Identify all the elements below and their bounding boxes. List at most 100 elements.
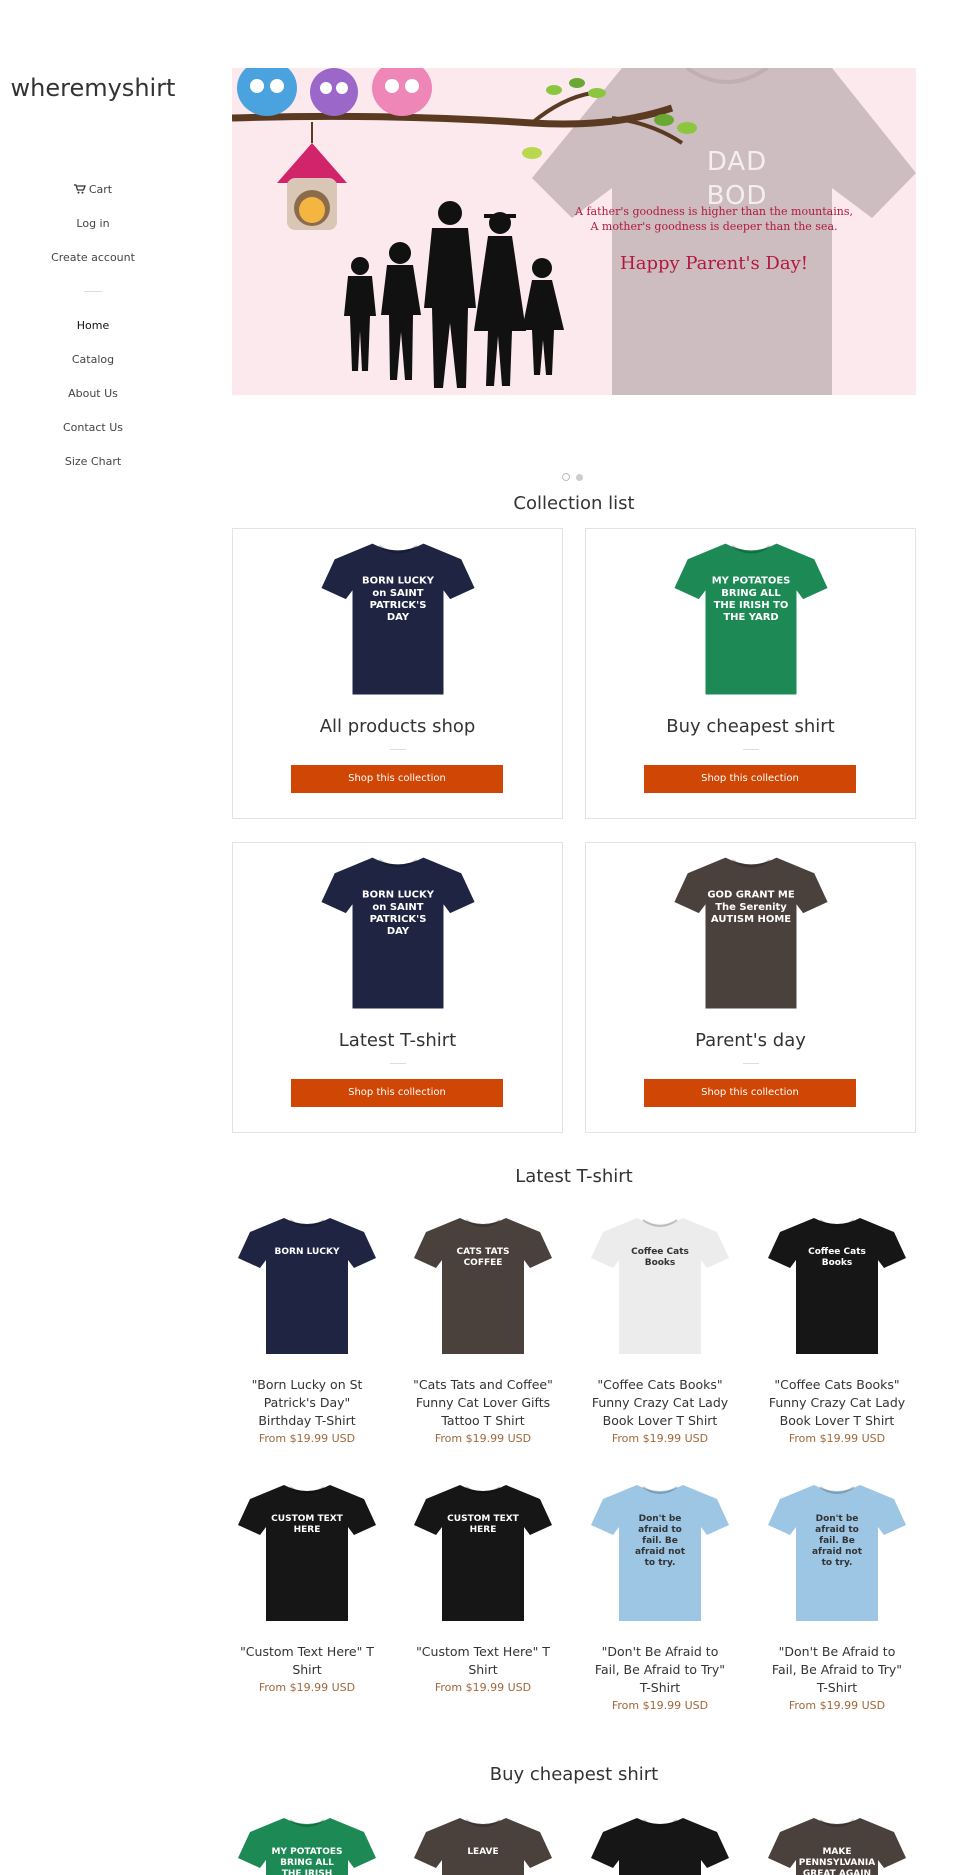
shirt-print-text: DAY [387,612,410,623]
product-image[interactable]: CUSTOM TEXTHERE [410,1479,556,1625]
product-card[interactable]: Don't be afraid to fail. Be afraid not to tr… [585,1479,735,1712]
login-link[interactable]: Log in [0,207,186,241]
shirt-print-text: HERE [470,1525,497,1535]
shirt-print-text: PATRICK'S [370,600,427,611]
hero-quote-line-1: A father's goodness is higher than the m… [575,205,853,218]
product-title[interactable]: "Don't Be Afraid to Fail, Be Afraid to T… [762,1643,912,1697]
product-price: From $19.99 USD [258,1432,356,1445]
shop-collection-button[interactable]: Shop this collection [644,1079,856,1107]
account-nav: Cart Log in Create account [0,173,186,275]
shirt-print-text: HERE [294,1525,321,1535]
product-price: From $19.99 USD [788,1432,886,1445]
shirt-print-text: BRING ALL [721,588,781,599]
shirt-print-text: BORN LUCKY [362,890,435,901]
product-image[interactable]: CUSTOM TEXTHERE [234,1479,380,1625]
hero-quote-line-2: A mother's goodness is deeper than the s… [590,220,838,233]
product-price: From $19.99 USD [788,1699,886,1712]
shirt-print-text: Books [822,1258,853,1268]
product-image[interactable]: Coffee CatsBooks [764,1212,910,1358]
tshirt-shape [674,857,828,1009]
shirt-print-text: THE IRISH TO [714,600,789,611]
tshirt-shape [238,1218,376,1354]
product-title[interactable]: "Coffee Cats Books" Funny Crazy Cat Lady… [762,1376,912,1430]
product-title[interactable]: "Born Lucky on St Patrick's Day" Birthda… [232,1376,382,1430]
slide-dot-2[interactable] [576,474,583,481]
product-image[interactable]: LEAVE [410,1812,556,1875]
product-image[interactable]: BORN LUCKY [234,1212,380,1358]
product-card[interactable]: MY POTATOES BRING ALL THE IRISH [232,1812,382,1875]
collection-card[interactable]: BORN LUCKY on SAINT PATRICK'S DAY All produ… [232,528,563,819]
hero-slide[interactable]: DAD BOD A father's goodness is higher th… [232,68,916,395]
product-price: From $19.99 USD [434,1432,532,1445]
product-title[interactable]: "Coffee Cats Books" Funny Crazy Cat Lady… [585,1376,735,1430]
product-image[interactable]: Don't beafraid tofail. Beafraid notto tr… [764,1479,910,1625]
shirt-print-text: BORN LUCKY [362,576,435,587]
cart-link[interactable]: Cart [0,173,186,207]
product-title[interactable]: "Don't Be Afraid to Fail, Be Afraid to T… [585,1643,735,1697]
product-title[interactable]: "Cats Tats and Coffee" Funny Cat Lover G… [408,1376,558,1430]
shop-collection-button[interactable]: Shop this collection [291,1079,503,1107]
product-image[interactable]: MAKEPENNSYLVANIAGREAT AGAIN [764,1812,910,1875]
shop-collection-button[interactable]: Shop this collection [644,765,856,793]
collection-name[interactable]: All products shop [233,716,562,737]
nav-catalog[interactable]: Catalog [0,343,186,377]
slide-indicator [562,466,589,485]
shirt-print-text: Don't be [816,1514,859,1524]
product-image[interactable]: Don't beafraid tofail. Beafraid notto tr… [587,1479,733,1625]
nav-about[interactable]: About Us [0,377,186,411]
shirt-print-text: Books [645,1258,676,1268]
shirt-print-text: DAY [387,926,410,937]
collection-name[interactable]: Parent's day [586,1030,915,1051]
create-account-link[interactable]: Create account [0,241,186,275]
product-card[interactable]: MAKE PENNSYLVANIA GREAT AGAIN [762,1812,912,1875]
product-card[interactable]: LEAVE [408,1812,558,1875]
product-card[interactable]: Coffee Cats Books "Coffee Cats Books" Fun… [585,1212,735,1445]
product-title[interactable]: "Custom Text Here" T Shirt [232,1643,382,1679]
hero-quote: A father's goodness is higher than the m… [564,204,864,234]
slide-dot-1[interactable] [562,473,570,481]
product-image[interactable]: Coffee CatsBooks [587,1212,733,1358]
shirt-print-text: afraid not [812,1547,863,1557]
product-card[interactable]: CUSTOM TEXT HERE "Custom Text Here" T Shi… [408,1479,558,1694]
collection-card[interactable]: MY POTATOES BRING ALL THE IRISH TO THE YARD… [585,528,916,819]
shirt-print-text: GREAT AGAIN [803,1869,871,1875]
store-logo[interactable]: wheremyshirt [8,72,178,104]
product-card[interactable]: Coffee Cats Books "Coffee Cats Books" Fun… [762,1212,912,1445]
shirt-print-text: THE YARD [723,612,778,623]
product-title[interactable]: "Custom Text Here" T Shirt [408,1643,558,1679]
collection-shirt-image: MY POTATOESBRING ALLTHE IRISH TOTHE YARD [674,543,828,695]
nav-divider [84,291,102,292]
shirt-print-text: MY POTATOES [712,576,791,587]
product-image[interactable]: MY POTATOESBRING ALLTHE IRISH [234,1812,380,1875]
shirt-print-text: afraid not [635,1547,686,1557]
collection-divider [743,1063,759,1064]
collection-name[interactable]: Latest T-shirt [233,1030,562,1051]
collection-shirt-image: GOD GRANT METhe SerenityAUTISM HOME [674,857,828,1009]
latest-section-title: Latest T-shirt [515,1166,633,1187]
product-image[interactable] [587,1812,733,1875]
nav-home[interactable]: Home [0,309,186,343]
shop-collection-button[interactable]: Shop this collection [291,765,503,793]
product-card[interactable] [585,1812,735,1875]
nav-size-chart[interactable]: Size Chart [0,445,186,479]
shirt-print-text: on SAINT [372,902,423,913]
shirt-print-text: AUTISM HOME [711,914,791,925]
collection-name[interactable]: Buy cheapest shirt [586,716,915,737]
shirt-print-text: to try. [822,1558,853,1568]
collection-divider [390,1063,406,1064]
shirt-print-text: BORN LUCKY [275,1247,340,1257]
cheapest-section-title: Buy cheapest shirt [489,1764,659,1785]
product-image[interactable]: CATS TATSCOFFEE [410,1212,556,1358]
collection-card[interactable]: BORN LUCKY on SAINT PATRICK'S DAY Latest T-… [232,842,563,1133]
shirt-print-text: fail. Be [642,1536,678,1546]
product-card[interactable]: CUSTOM TEXT HERE "Custom Text Here" T Shi… [232,1479,382,1694]
shirt-print-text: Don't be [639,1514,682,1524]
product-card[interactable]: Don't be afraid to fail. Be afraid not to tr… [762,1479,912,1712]
product-card[interactable]: BORN LUCKY "Born Lucky on St Patrick's D… [232,1212,382,1445]
shirt-print-text: MY POTATOES [272,1847,343,1857]
nav-contact[interactable]: Contact Us [0,411,186,445]
shirt-print-text: Coffee Cats [631,1247,689,1257]
collection-card[interactable]: GOD GRANT ME The Serenity AUTISM HOME Pare… [585,842,916,1133]
product-card[interactable]: CATS TATS COFFEE "Cats Tats and Coffee" F… [408,1212,558,1445]
shirt-print-text: MAKE [822,1847,851,1857]
